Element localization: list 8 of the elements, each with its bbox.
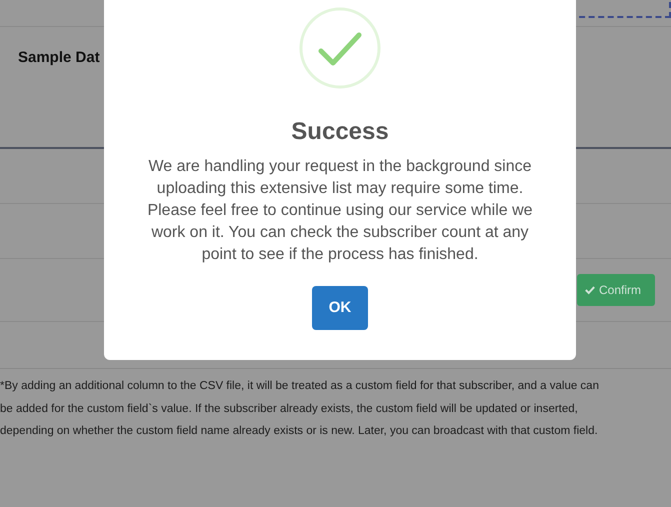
ok-button[interactable]: OK xyxy=(312,286,368,330)
confirm-button[interactable]: Confirm xyxy=(577,274,655,306)
note-text: *By adding an additional column to the CSV file, it will be treated as a custom field for that subscriber, and a value can be added for the custom field`s value. If the subscriber already exists, the custom field will be updated or inserted, depending on whether the custom field name already exists or is new. Later, you can broadcast with that custom field. xyxy=(0,379,600,439)
checkmark-circle-icon xyxy=(298,6,382,90)
check-icon xyxy=(585,285,595,295)
card-title: Sample Dat xyxy=(18,48,101,68)
dialog-title: Success xyxy=(291,117,389,147)
dialog-message: We are handling your request in the background since uploading this extensive list may require some time. Please feel free to continue using our service while we work on it. You can check the subscriber count at any point to see if the process has finished. xyxy=(146,157,534,265)
